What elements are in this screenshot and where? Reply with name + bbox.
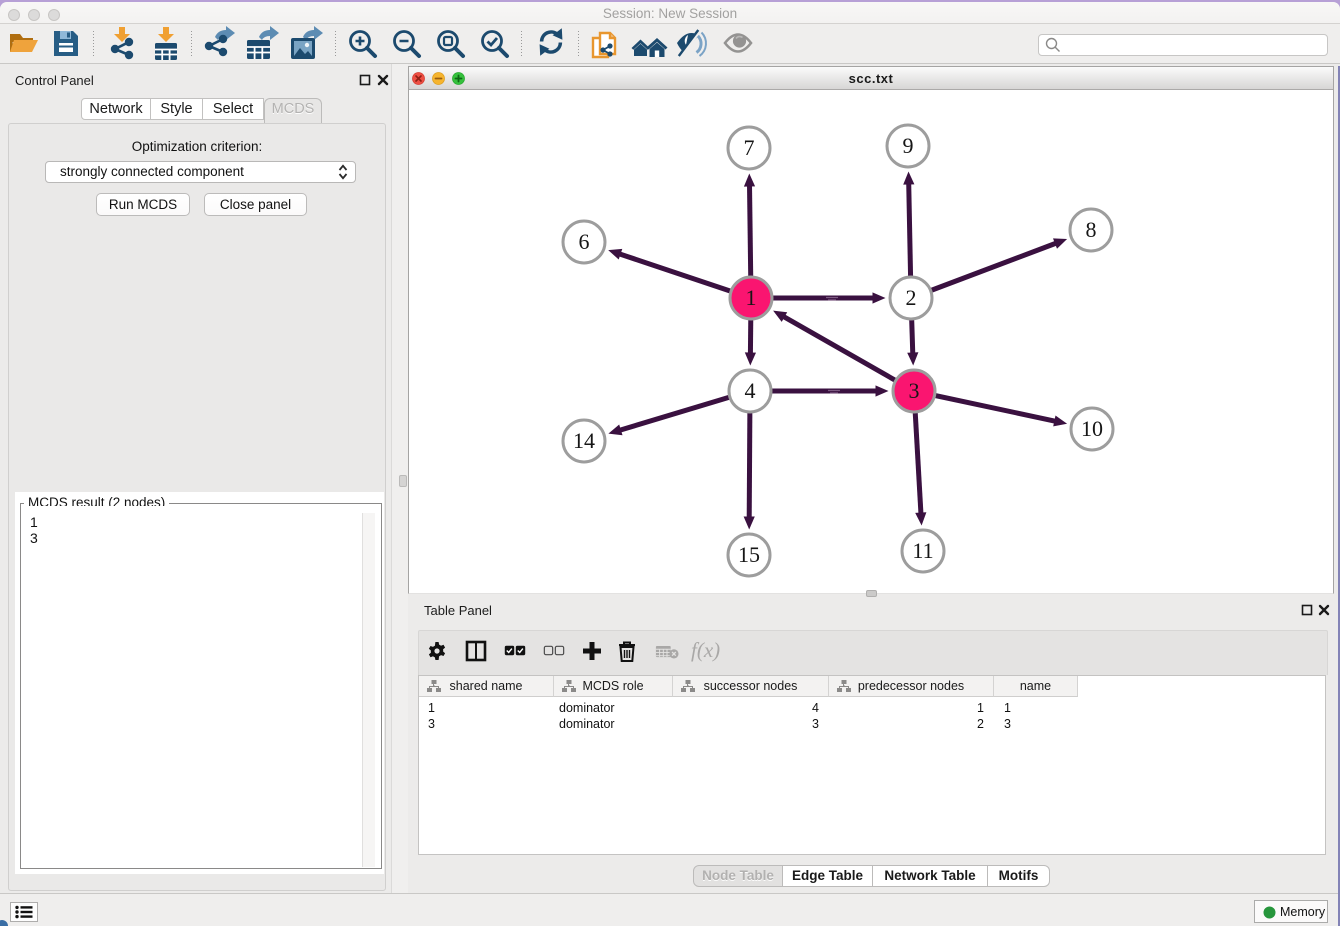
svg-text:14: 14: [573, 428, 595, 453]
svg-text:4: 4: [745, 378, 756, 403]
svg-text:15: 15: [738, 542, 760, 567]
svg-text:6: 6: [579, 229, 590, 254]
svg-text:11: 11: [912, 538, 933, 563]
svg-text:10: 10: [1081, 416, 1103, 441]
svg-text:3: 3: [909, 378, 920, 403]
svg-text:9: 9: [903, 133, 914, 158]
svg-text:1: 1: [746, 285, 757, 310]
svg-text:2: 2: [906, 285, 917, 310]
svg-text:8: 8: [1086, 217, 1097, 242]
svg-text:7: 7: [744, 135, 755, 160]
